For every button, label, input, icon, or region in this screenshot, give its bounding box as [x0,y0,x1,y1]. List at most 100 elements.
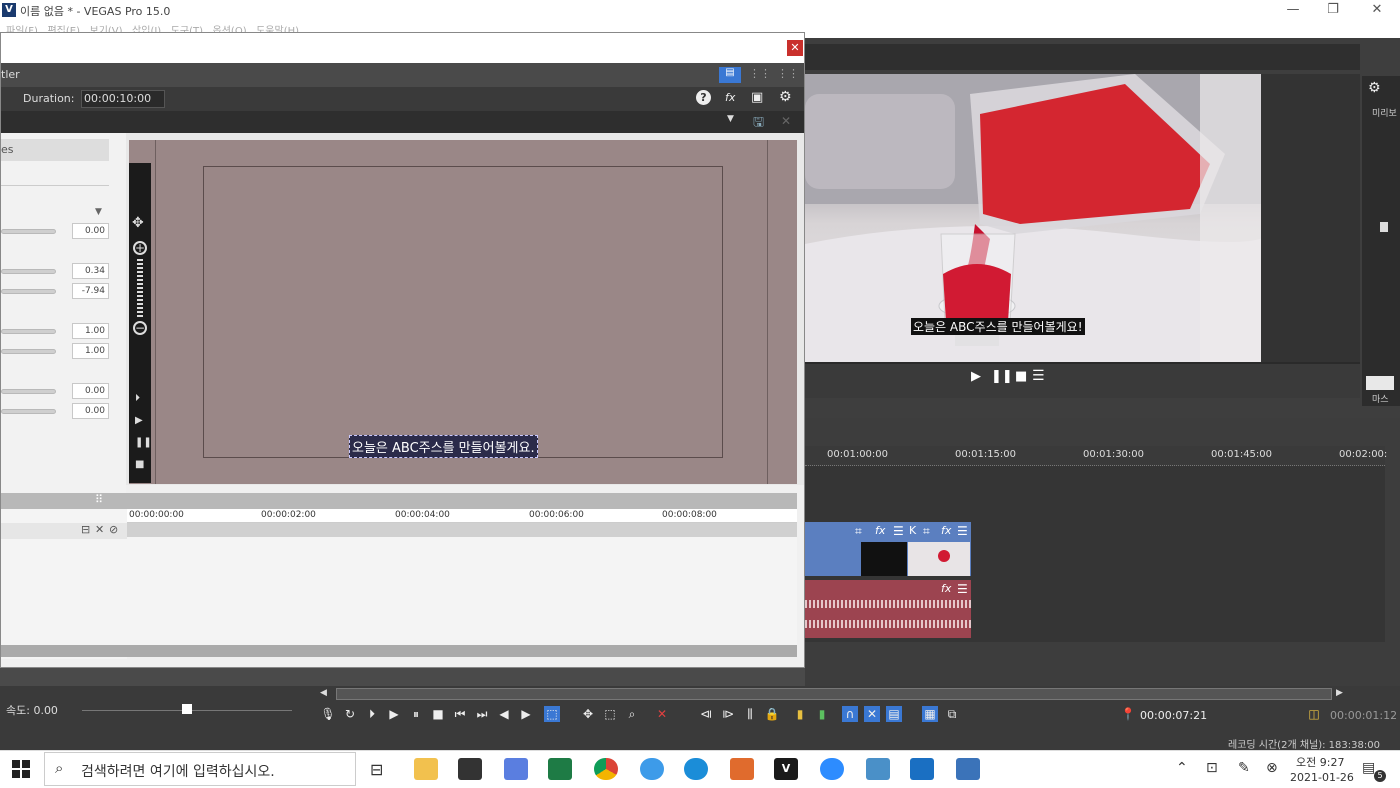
move-icon[interactable]: ✥ [132,215,144,231]
snap-icon[interactable]: ∩ [842,706,858,722]
preview-pause-icon[interactable]: ❚❚ [991,369,1013,384]
dialog-horizontal-scrollbar[interactable] [1,645,797,657]
preview-window-icon[interactable]: ▣ [751,90,763,105]
slider-3[interactable] [1,289,56,294]
photos-icon[interactable] [956,758,980,780]
maximize-button[interactable]: ❐ [1310,0,1356,22]
layout-view-2-icon[interactable]: ⋮⋮ [749,67,771,80]
dialog-ruler[interactable]: 00:00:00:00 00:00:02:00 00:00:04:00 00:0… [127,509,797,523]
close-button[interactable]: ✕ [1354,0,1400,22]
track-disable-icon[interactable]: ⊘ [109,523,118,536]
slider-6[interactable] [1,389,56,394]
tray-pen-icon[interactable]: ✎ [1238,760,1250,776]
dialog-close-button[interactable]: ✕ [787,40,803,56]
stop-icon[interactable]: ■ [430,706,446,722]
excel-icon[interactable] [548,758,572,780]
zoom-out-icon[interactable]: − [133,321,147,335]
zoom-in-icon[interactable]: + [133,241,147,255]
delete-icon[interactable]: ✕ [654,706,670,722]
master-fader[interactable] [1366,376,1394,390]
timeline-ruler[interactable]: 00:01:00:00 00:01:15:00 00:01:30:00 00:0… [805,446,1387,466]
play-icon[interactable]: ▶ [135,415,143,426]
crop-icon[interactable]: ⌗ [855,524,862,539]
settings-gear-icon[interactable]: ⚙ [779,89,792,105]
envelope-tool-icon[interactable]: ✥ [580,706,596,722]
dialog-track-lane[interactable] [127,523,797,537]
value-field-4[interactable]: 1.00 [72,323,109,339]
canvas-title-text[interactable]: 오늘은 ABC주스를 만들어볼게요. [349,435,538,458]
selection-tool-icon[interactable]: ⬚ [602,706,618,722]
tray-chevron-icon[interactable]: ⌃ [1176,760,1188,776]
lock-icon[interactable]: 🔒 [764,706,780,722]
trim-end-icon[interactable]: ⧐ [720,706,736,722]
slider-5[interactable] [1,349,56,354]
cursor-time[interactable]: 00:00:07:21 [1140,709,1207,722]
chrome-icon[interactable] [594,758,618,780]
trim-start-icon[interactable]: ⧏ [698,706,714,722]
duration-input[interactable]: 00:00:10:00 [81,90,165,108]
event-menu-icon-2[interactable]: ☰ [957,524,968,538]
next-frame-icon[interactable]: ▶ [518,706,534,722]
zoom-tool-icon[interactable]: ⌕ [624,706,640,722]
preview-play-icon[interactable]: ▶ [971,369,981,384]
preview-menu-icon[interactable]: ☰ [1032,368,1045,384]
pause-icon[interactable]: ❚❚ [135,437,152,448]
play-icon[interactable]: ▶ [386,706,402,722]
value-field-7[interactable]: 0.00 [72,403,109,419]
value-field-3[interactable]: -7.94 [72,283,109,299]
properties-dropdown-chevron-icon[interactable]: ▼ [95,207,102,217]
timeline-splitter[interactable]: ⠿ [1,493,797,509]
selection-length[interactable]: 00:00:01:12 [1330,709,1397,722]
settings-app-icon[interactable] [504,758,528,780]
file-explorer-icon[interactable] [414,758,438,780]
tray-device-icon[interactable]: ⊡ [1206,760,1218,776]
slider-1[interactable] [1,229,56,234]
event-menu-icon[interactable]: ☰ [893,524,904,538]
stop-icon[interactable]: ■ [135,459,144,470]
photo-app-icon[interactable] [730,758,754,780]
clock-time[interactable]: 오전 9:27 [1296,754,1344,770]
go-start-icon[interactable]: ⏮ [452,706,468,722]
save-preset-icon[interactable]: 🖫 [753,113,764,135]
ripple-edit-icon[interactable]: ▤ [886,706,902,722]
grouping-icon[interactable]: ⧉ [944,706,960,722]
play-from-start-icon[interactable]: ⏵ [135,393,140,404]
edge-icon[interactable] [684,758,708,780]
track-window-icon[interactable]: ⊟ [81,523,90,536]
level-meter-handle[interactable] [1380,222,1388,232]
clock-date[interactable]: 2021-01-26 [1290,771,1354,784]
settings-gear-icon[interactable]: ⚙ [1368,80,1381,96]
fx-icon-2[interactable]: fx [941,524,951,537]
media-player-icon[interactable] [910,758,934,780]
loop-icon[interactable]: ↻ [342,706,358,722]
record-mic-icon[interactable]: 🎙 [320,706,336,722]
audio-menu-icon[interactable]: ☰ [957,582,968,596]
marker-icon[interactable]: ▮ [792,706,808,722]
auto-crossfade-icon[interactable]: ✕ [864,706,880,722]
taskbar-search-box[interactable]: ⌕ 검색하려면 여기에 입력하십시오. [44,752,356,786]
tray-network-icon[interactable]: ⊗ [1266,760,1278,776]
fx-icon[interactable]: fx [725,91,735,104]
scroll-right-icon[interactable]: ▶ [1336,688,1343,698]
layout-view-1-icon[interactable]: ▤ [719,67,741,83]
title-canvas[interactable]: 오늘은 ABC주스를 만들어볼게요. [129,140,797,484]
pause-icon[interactable]: ⏸ [408,706,424,722]
video-event[interactable] [805,522,861,576]
slider-4[interactable] [1,329,56,334]
keyframe-icon[interactable]: K [909,524,916,537]
zoom-app-icon[interactable] [820,758,844,780]
rate-slider-thumb[interactable] [182,704,192,714]
normal-edit-tool-icon[interactable]: ⬚ [544,706,560,722]
properties-tab[interactable]: es [1,139,109,161]
vegas-taskbar-icon[interactable]: V [774,758,798,780]
help-icon[interactable]: ? [696,90,711,105]
value-field-1[interactable]: 0.00 [72,223,109,239]
go-end-icon[interactable]: ⏭ [474,706,490,722]
event-lock-icon[interactable]: ▦ [922,706,938,722]
ie-icon[interactable] [640,758,664,780]
zoom-slider[interactable] [137,259,143,319]
slider-2[interactable] [1,269,56,274]
value-field-5[interactable]: 1.00 [72,343,109,359]
slider-7[interactable] [1,409,56,414]
crop-icon-2[interactable]: ⌗ [923,524,930,539]
